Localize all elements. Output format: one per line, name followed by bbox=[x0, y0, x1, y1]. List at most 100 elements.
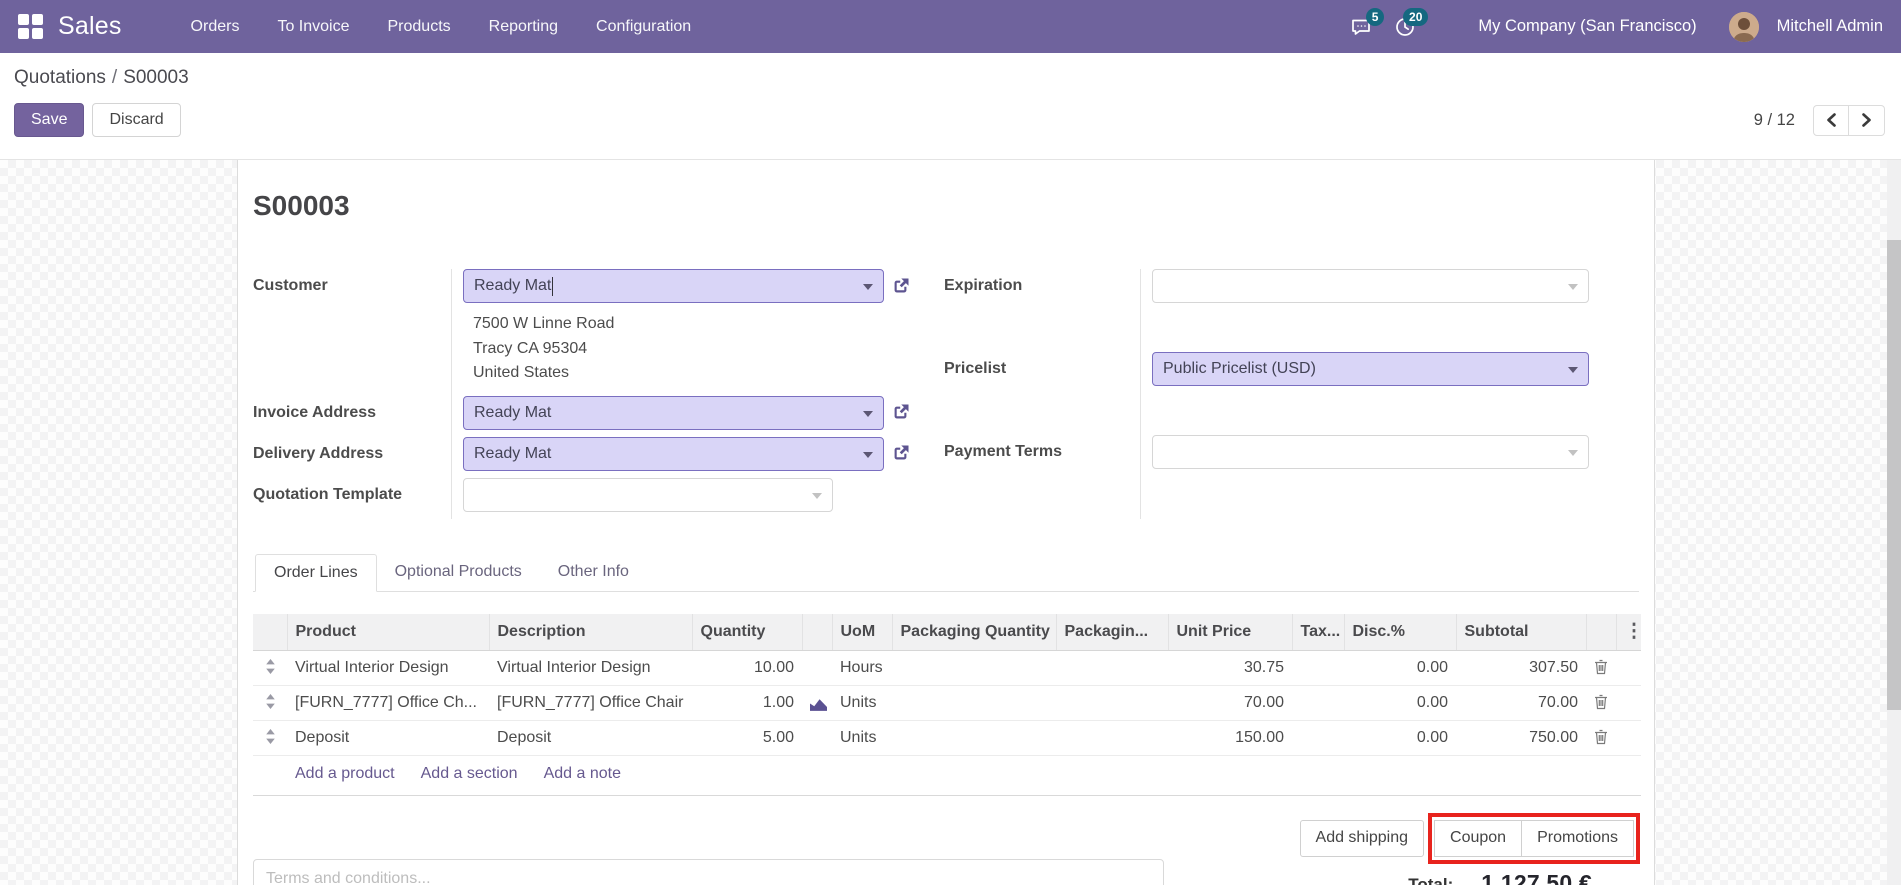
cell-packaging-quantity[interactable] bbox=[892, 650, 1056, 686]
save-button[interactable]: Save bbox=[14, 103, 85, 137]
cell-description[interactable]: [FURN_7777] Office Chair bbox=[489, 685, 692, 721]
tab-optional-products[interactable]: Optional Products bbox=[377, 554, 540, 592]
header-forecast bbox=[801, 613, 832, 651]
invoice-address-field[interactable]: Ready Mat bbox=[463, 395, 884, 430]
cell-taxes[interactable] bbox=[1292, 650, 1344, 686]
chevron-down-icon[interactable] bbox=[863, 410, 873, 417]
coupon-button[interactable]: Coupon bbox=[1434, 819, 1523, 857]
chevron-down-icon[interactable] bbox=[1568, 284, 1578, 290]
messages-button[interactable]: 5 bbox=[1344, 7, 1385, 44]
tab-order-lines[interactable]: Order Lines bbox=[255, 553, 377, 592]
apps-menu-icon[interactable] bbox=[18, 13, 44, 40]
menu-configuration[interactable]: Configuration bbox=[581, 3, 706, 51]
table-row[interactable]: Virtual Interior Design Virtual Interior… bbox=[253, 650, 1641, 686]
menu-reporting[interactable]: Reporting bbox=[474, 3, 573, 51]
page-title: S00003 bbox=[253, 190, 350, 221]
menu-to-invoice[interactable]: To Invoice bbox=[262, 3, 364, 51]
discard-button[interactable]: Discard bbox=[92, 103, 181, 137]
scrollbar-thumb[interactable] bbox=[1887, 240, 1901, 710]
delivery-address-field[interactable]: Ready Mat bbox=[463, 436, 884, 471]
cell-packaging-quantity[interactable] bbox=[892, 685, 1056, 721]
cell-product[interactable]: Deposit bbox=[287, 720, 489, 756]
terms-and-conditions-input[interactable] bbox=[253, 858, 1164, 885]
drag-handle-icon[interactable] bbox=[253, 685, 287, 721]
delete-row-icon[interactable] bbox=[1586, 685, 1616, 721]
cell-uom[interactable]: Units bbox=[832, 720, 892, 756]
cell-discount[interactable]: 0.00 bbox=[1344, 720, 1456, 756]
breadcrumb-quotations[interactable]: Quotations bbox=[14, 67, 106, 88]
forecast-chart-icon[interactable] bbox=[802, 685, 832, 721]
cell-packaging[interactable] bbox=[1056, 720, 1168, 756]
cell-description[interactable]: Virtual Interior Design bbox=[489, 650, 692, 686]
pager-previous-button[interactable] bbox=[1813, 104, 1849, 136]
menu-orders[interactable]: Orders bbox=[176, 3, 255, 51]
payment-terms-field[interactable] bbox=[1152, 435, 1589, 470]
cell-unit-price[interactable]: 150.00 bbox=[1168, 720, 1292, 756]
cell-discount[interactable]: 0.00 bbox=[1344, 650, 1456, 686]
header-description[interactable]: Description bbox=[488, 613, 692, 651]
cell-unit-price[interactable]: 30.75 bbox=[1168, 650, 1292, 686]
table-row[interactable]: Deposit Deposit 5.00 Units 150.00 0.00 7… bbox=[253, 720, 1641, 756]
cell-quantity[interactable]: 10.00 bbox=[692, 650, 802, 686]
cell-uom[interactable]: Hours bbox=[832, 650, 892, 686]
tab-other-info[interactable]: Other Info bbox=[540, 554, 647, 592]
drag-handle-icon[interactable] bbox=[253, 720, 287, 756]
header-taxes[interactable]: Tax... bbox=[1291, 613, 1344, 651]
pricelist-field[interactable]: Public Pricelist (USD) bbox=[1152, 352, 1589, 387]
header-packaging[interactable]: Packagin... bbox=[1055, 613, 1168, 651]
cell-taxes[interactable] bbox=[1292, 720, 1344, 756]
activities-button[interactable]: 20 bbox=[1388, 7, 1429, 44]
customer-external-link-icon[interactable] bbox=[890, 276, 911, 297]
chevron-down-icon[interactable] bbox=[863, 451, 873, 458]
header-quantity[interactable]: Quantity bbox=[691, 613, 802, 651]
cell-unit-price[interactable]: 70.00 bbox=[1168, 685, 1292, 721]
bottom-zone: Add shipping Coupon Promotions Total: 1,… bbox=[253, 796, 1641, 885]
cell-quantity[interactable]: 1.00 bbox=[692, 685, 802, 721]
cell-uom[interactable]: Units bbox=[832, 685, 892, 721]
header-product[interactable]: Product bbox=[286, 613, 489, 651]
cell-discount[interactable]: 0.00 bbox=[1344, 685, 1456, 721]
drag-handle-icon[interactable] bbox=[253, 650, 287, 686]
cell-subtotal[interactable]: 750.00 bbox=[1456, 720, 1586, 756]
cell-packaging-quantity[interactable] bbox=[892, 720, 1056, 756]
table-row[interactable]: [FURN_7777] Office Ch... [FURN_7777] Off… bbox=[253, 685, 1641, 721]
cell-subtotal[interactable]: 307.50 bbox=[1456, 650, 1586, 686]
add-a-note-link[interactable]: Add a note bbox=[544, 765, 621, 783]
menu-products[interactable]: Products bbox=[373, 3, 466, 51]
chevron-down-icon[interactable] bbox=[863, 284, 873, 290]
company-switcher[interactable]: My Company (San Francisco) bbox=[1432, 17, 1718, 36]
cell-product[interactable]: [FURN_7777] Office Ch... bbox=[287, 685, 489, 721]
optional-columns-icon[interactable]: ⋮ bbox=[1625, 621, 1642, 642]
add-a-section-link[interactable]: Add a section bbox=[421, 765, 518, 783]
chevron-down-icon[interactable] bbox=[1568, 367, 1578, 374]
app-brand[interactable]: Sales bbox=[58, 12, 122, 41]
invoice-address-external-link-icon[interactable] bbox=[890, 402, 911, 423]
chevron-down-icon[interactable] bbox=[1568, 450, 1578, 457]
expiration-field[interactable] bbox=[1152, 269, 1589, 303]
user-avatar[interactable] bbox=[1728, 11, 1759, 42]
cell-description[interactable]: Deposit bbox=[489, 720, 692, 756]
cell-taxes[interactable] bbox=[1292, 685, 1344, 721]
delivery-address-external-link-icon[interactable] bbox=[890, 443, 911, 464]
cell-subtotal[interactable]: 70.00 bbox=[1456, 685, 1586, 721]
cell-packaging[interactable] bbox=[1056, 650, 1168, 686]
quotation-template-field[interactable] bbox=[463, 477, 833, 512]
cell-product[interactable]: Virtual Interior Design bbox=[287, 650, 489, 686]
header-uom[interactable]: UoM bbox=[831, 613, 892, 651]
customer-field[interactable]: Ready Mat bbox=[463, 269, 884, 303]
header-subtotal[interactable]: Subtotal bbox=[1455, 613, 1586, 651]
delete-row-icon[interactable] bbox=[1586, 720, 1616, 756]
delete-row-icon[interactable] bbox=[1586, 650, 1616, 686]
header-unit-price[interactable]: Unit Price bbox=[1167, 613, 1292, 651]
header-packaging-quantity[interactable]: Packaging Quantity bbox=[891, 613, 1056, 651]
vertical-scrollbar[interactable] bbox=[1887, 160, 1901, 885]
chevron-down-icon[interactable] bbox=[812, 492, 822, 499]
user-menu[interactable]: Mitchell Admin bbox=[1777, 17, 1883, 36]
promotions-button[interactable]: Promotions bbox=[1522, 819, 1634, 857]
cell-packaging[interactable] bbox=[1056, 685, 1168, 721]
header-discount[interactable]: Disc.% bbox=[1343, 613, 1456, 651]
add-a-product-link[interactable]: Add a product bbox=[295, 765, 395, 783]
pager-next-button[interactable] bbox=[1849, 104, 1885, 136]
add-shipping-button[interactable]: Add shipping bbox=[1299, 819, 1425, 857]
cell-quantity[interactable]: 5.00 bbox=[692, 720, 802, 756]
